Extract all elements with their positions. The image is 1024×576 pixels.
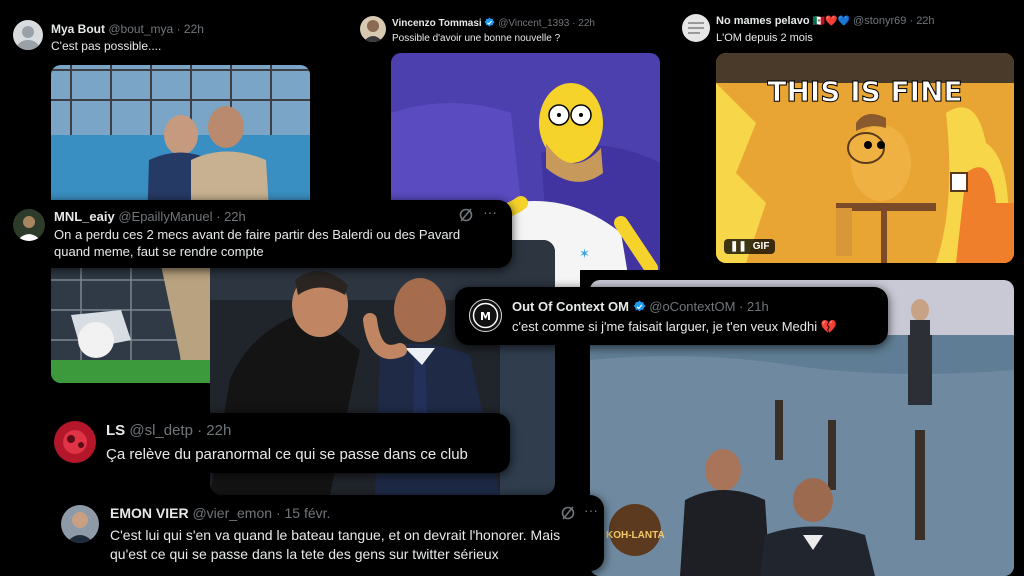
avatar[interactable] <box>13 20 43 50</box>
tweet-panel-nomames: No mames pelavo 🇲🇽❤️💙 @stonyr69 · 22h L'… <box>676 0 1024 272</box>
tweet-text-line-2: qu'est ce qui se passe dans la tete des … <box>110 546 499 562</box>
timestamp[interactable]: 22h <box>224 209 246 224</box>
author-handle[interactable]: @sl_detp <box>129 422 193 439</box>
tweet-header: LS @sl_detp · 22h <box>106 422 232 439</box>
timestamp[interactable]: 22h <box>184 22 204 36</box>
author-handle[interactable]: @Vincent_1393 <box>498 18 569 29</box>
author-name[interactable]: Out Of Context OM <box>512 299 629 314</box>
tweet-header: EMON VIER @vier_emon · 15 févr. <box>110 505 331 521</box>
author-emoji: 🇲🇽❤️💙 <box>812 16 850 27</box>
tweet-header: Out Of Context OM @oContextOM · 21h <box>512 299 769 316</box>
tweet-gif-this-is-fine[interactable]: THIS IS FINE ❚❚ GIF <box>716 53 1014 263</box>
gif-badge[interactable]: ❚❚ GIF <box>724 239 776 254</box>
tweet-card-ls[interactable]: LS @sl_detp · 22h Ça relève du paranorma… <box>40 413 510 473</box>
tweet-text-line-1: C'est lui qui s'en va quand le bateau ta… <box>110 527 561 543</box>
tweet-card-mnl[interactable]: MNL_eaiy @EpaillyManuel · 22h ··· On a p… <box>0 200 512 268</box>
timestamp[interactable]: 22h <box>206 422 231 439</box>
author-handle[interactable]: @oContextOM <box>649 299 735 314</box>
author-handle[interactable]: @vier_emon <box>192 505 272 521</box>
timestamp[interactable]: 21h <box>747 299 769 314</box>
avatar[interactable] <box>13 209 45 241</box>
avatar[interactable] <box>682 14 710 42</box>
koh-lanta-logo: KOH-LANTA <box>606 530 665 541</box>
tweet-text: Possible d'avoir une bonne nouvelle ? <box>392 33 561 44</box>
tweet-card-ooc-om[interactable]: M Out Of Context OM @oContextOM · 21h c'… <box>455 287 888 345</box>
author-name[interactable]: No mames pelavo <box>716 15 810 27</box>
timestamp[interactable]: 22h <box>916 15 934 27</box>
tweet-header: Mya Bout @bout_mya · 22h <box>51 22 204 36</box>
tweet-text: c'est comme si j'me faisait larguer, je … <box>512 319 837 334</box>
gif-label: GIF <box>752 241 770 252</box>
tweet-text: C'est pas possible.... <box>51 39 162 53</box>
tweet-card-emon[interactable]: EMON VIER @vier_emon · 15 févr. ··· C'es… <box>48 495 604 571</box>
author-name[interactable]: LS <box>106 422 125 439</box>
timestamp[interactable]: 22h <box>578 18 595 29</box>
verified-badge-icon <box>633 300 646 316</box>
more-options-icon[interactable]: ··· <box>483 204 497 220</box>
tweet-header: MNL_eaiy @EpaillyManuel · 22h <box>54 209 246 224</box>
author-name[interactable]: Mya Bout <box>51 22 105 36</box>
pause-icon[interactable]: ❚❚ <box>730 241 747 252</box>
more-options-icon[interactable]: ··· <box>584 502 598 518</box>
avatar[interactable] <box>54 421 96 463</box>
svg-text:M: M <box>480 310 491 323</box>
timestamp[interactable]: 15 févr. <box>285 505 331 521</box>
svg-text:✶: ✶ <box>579 247 590 262</box>
author-name[interactable]: Vincenzo Tommasi <box>392 18 482 29</box>
tweet-header: No mames pelavo 🇲🇽❤️💙 @stonyr69 · 22h <box>716 15 935 27</box>
tweet-text: L'OM depuis 2 mois <box>716 32 813 44</box>
avatar[interactable]: M <box>469 299 502 332</box>
avatar[interactable] <box>360 16 386 42</box>
author-handle[interactable]: @EpaillyManuel <box>118 209 212 224</box>
grok-icon[interactable] <box>458 207 474 228</box>
grok-icon[interactable] <box>560 505 576 526</box>
verified-badge-icon <box>484 17 495 31</box>
avatar[interactable] <box>61 505 99 543</box>
tweet-header: Vincenzo Tommasi @Vincent_1393 · 22h <box>392 17 595 31</box>
tweet-text-line-1: On a perdu ces 2 mecs avant de faire par… <box>54 227 461 242</box>
author-name[interactable]: MNL_eaiy <box>54 209 115 224</box>
author-name[interactable]: EMON VIER <box>110 505 189 521</box>
author-handle[interactable]: @bout_mya <box>108 22 173 36</box>
tweet-text: Ça relève du paranormal ce qui se passe … <box>106 446 468 463</box>
meme-caption: THIS IS FINE <box>767 75 962 108</box>
author-handle[interactable]: @stonyr69 <box>853 15 906 27</box>
tweet-text-line-2: quand meme, faut se rendre compte <box>54 244 264 259</box>
